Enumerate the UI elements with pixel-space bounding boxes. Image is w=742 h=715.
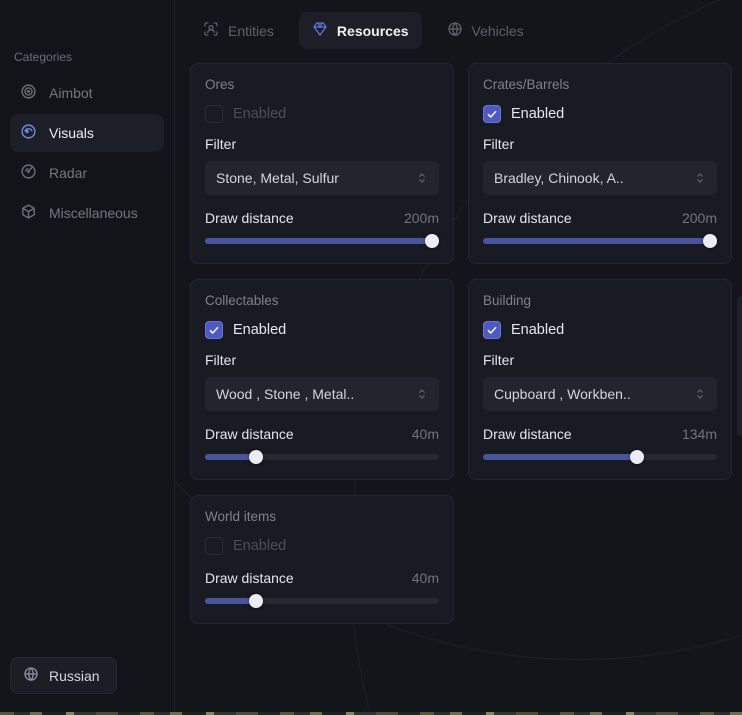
- draw-distance-label: Draw distance: [205, 570, 294, 586]
- enabled-label: Enabled: [511, 106, 564, 122]
- person-scan-icon: [203, 21, 219, 40]
- slider-thumb[interactable]: [630, 450, 644, 464]
- enabled-label: Enabled: [233, 106, 286, 122]
- sidebar: Categories Aimbot Visuals: [0, 0, 175, 712]
- resources-icon: [312, 21, 328, 40]
- draw-distance-label: Draw distance: [483, 210, 572, 226]
- draw-distance-label: Draw distance: [483, 426, 572, 442]
- slider-thumb[interactable]: [703, 234, 717, 248]
- filter-select[interactable]: Wood , Stone , Metal..: [205, 377, 439, 411]
- sidebar-item-label: Visuals: [49, 125, 94, 141]
- card-crates-barrels: Crates/Barrels Enabled Filter Bradley, C…: [468, 63, 732, 264]
- card-title: Building: [483, 293, 717, 308]
- cheat-menu-window: Categories Aimbot Visuals: [0, 0, 742, 712]
- enabled-label: Enabled: [233, 322, 286, 338]
- language-button-label: Russian: [49, 668, 100, 684]
- card-title: Ores: [205, 77, 439, 92]
- filter-select[interactable]: Stone, Metal, Sulfur: [205, 161, 439, 195]
- enabled-label: Enabled: [511, 322, 564, 338]
- card-title: Crates/Barrels: [483, 77, 717, 92]
- filter-select-value: Cupboard , Workben..: [494, 386, 631, 402]
- card-world-items: World items Enabled Draw distance 40m: [190, 495, 454, 624]
- checkbox: [205, 105, 223, 123]
- draw-distance-slider[interactable]: [205, 450, 439, 464]
- tab-resources[interactable]: Resources: [299, 12, 422, 49]
- filter-select[interactable]: Cupboard , Workben..: [483, 377, 717, 411]
- tab-entities[interactable]: Entities: [190, 12, 287, 49]
- draw-distance-value: 200m: [404, 210, 439, 226]
- enabled-label: Enabled: [233, 538, 286, 554]
- draw-distance-slider[interactable]: [205, 594, 439, 608]
- filter-label: Filter: [205, 352, 439, 368]
- slider-fill: [483, 454, 640, 460]
- main-panel: Entities Resources Vehicles: [175, 0, 742, 712]
- categories-label: Categories: [14, 50, 164, 64]
- tab-label: Vehicles: [472, 23, 524, 39]
- filter-select-value: Bradley, Chinook, A..: [494, 170, 624, 186]
- tab-vehicles[interactable]: Vehicles: [434, 12, 537, 49]
- card-ores: Ores Enabled Filter Stone, Metal, Sulfur…: [190, 63, 454, 264]
- draw-distance-value: 40m: [412, 570, 439, 586]
- chevron-up-down-icon: [694, 388, 706, 400]
- card-collectables: Collectables Enabled Filter Wood , Stone…: [190, 279, 454, 480]
- sidebar-item-radar[interactable]: Radar: [10, 154, 164, 192]
- slider-fill: [205, 238, 439, 244]
- sidebar-item-miscellaneous[interactable]: Miscellaneous: [10, 194, 164, 232]
- cube-icon: [20, 203, 37, 223]
- filter-label: Filter: [483, 136, 717, 152]
- slider-thumb[interactable]: [249, 594, 263, 608]
- draw-distance-slider[interactable]: [205, 234, 439, 248]
- checkbox: [205, 537, 223, 555]
- tab-label: Resources: [337, 23, 409, 39]
- slider-fill: [205, 598, 252, 604]
- sidebar-item-aimbot[interactable]: Aimbot: [10, 74, 164, 112]
- slider-fill: [483, 238, 717, 244]
- enabled-checkbox-row[interactable]: Enabled: [483, 321, 717, 339]
- tab-bar: Entities Resources Vehicles: [190, 12, 742, 49]
- chevron-up-down-icon: [416, 388, 428, 400]
- enabled-checkbox-row[interactable]: Enabled: [205, 105, 439, 123]
- chevron-up-down-icon: [416, 172, 428, 184]
- enabled-checkbox-row[interactable]: Enabled: [205, 537, 439, 555]
- eye-icon: [20, 123, 37, 143]
- slider-fill: [205, 454, 252, 460]
- filter-select[interactable]: Bradley, Chinook, A..: [483, 161, 717, 195]
- draw-distance-slider[interactable]: [483, 234, 717, 248]
- enabled-checkbox-row[interactable]: Enabled: [205, 321, 439, 339]
- filter-label: Filter: [483, 352, 717, 368]
- draw-distance-value: 134m: [682, 426, 717, 442]
- checkbox: [205, 321, 223, 339]
- enabled-checkbox-row[interactable]: Enabled: [483, 105, 717, 123]
- draw-distance-value: 40m: [412, 426, 439, 442]
- sidebar-item-visuals[interactable]: Visuals: [10, 114, 164, 152]
- globe-icon: [447, 21, 463, 40]
- radar-icon: [20, 163, 37, 183]
- cutoff-card-sliver: [737, 296, 742, 436]
- sidebar-item-label: Radar: [49, 165, 87, 181]
- sidebar-item-label: Miscellaneous: [49, 205, 138, 221]
- checkbox: [483, 105, 501, 123]
- filter-label: Filter: [205, 136, 439, 152]
- tab-label: Entities: [228, 23, 274, 39]
- sidebar-item-label: Aimbot: [49, 85, 93, 101]
- draw-distance-value: 200m: [682, 210, 717, 226]
- language-button[interactable]: Russian: [10, 657, 117, 694]
- card-building: Building Enabled Filter Cupboard , Workb…: [468, 279, 732, 480]
- card-title: Collectables: [205, 293, 439, 308]
- globe-icon: [23, 666, 39, 685]
- chevron-up-down-icon: [694, 172, 706, 184]
- draw-distance-slider[interactable]: [483, 450, 717, 464]
- filter-select-value: Stone, Metal, Sulfur: [216, 170, 339, 186]
- slider-thumb[interactable]: [249, 450, 263, 464]
- checkbox: [483, 321, 501, 339]
- card-title: World items: [205, 509, 439, 524]
- draw-distance-label: Draw distance: [205, 426, 294, 442]
- cards-grid: Ores Enabled Filter Stone, Metal, Sulfur…: [190, 63, 742, 624]
- target-icon: [20, 83, 37, 103]
- slider-thumb[interactable]: [425, 234, 439, 248]
- filter-select-value: Wood , Stone , Metal..: [216, 386, 354, 402]
- draw-distance-label: Draw distance: [205, 210, 294, 226]
